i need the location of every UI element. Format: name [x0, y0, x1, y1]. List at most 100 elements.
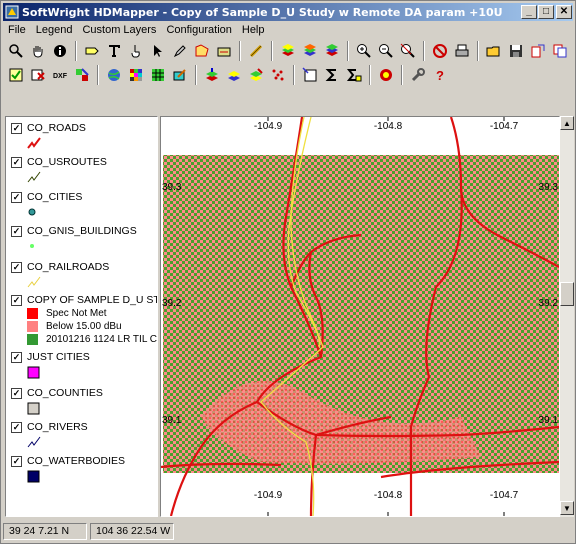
- toolbar-separator: [293, 65, 295, 85]
- grid-button[interactable]: [147, 65, 168, 86]
- layers-2-button[interactable]: [299, 41, 320, 62]
- scroll-thumb[interactable]: [560, 282, 574, 306]
- gray-square-symbol: [27, 402, 41, 419]
- zoom-button[interactable]: [5, 41, 26, 62]
- copy-button[interactable]: [549, 41, 570, 62]
- map-tick-label: 39.3: [162, 182, 182, 193]
- tile-button[interactable]: [71, 65, 92, 86]
- layer-down-button[interactable]: [223, 65, 244, 86]
- menu-bar: File Legend Custom Layers Configuration …: [3, 22, 573, 38]
- menu-legend[interactable]: Legend: [31, 24, 78, 36]
- legend-panel[interactable]: ✓ CO_ROADS ✓ CO_USROUTES ✓ CO_CITIES ✓ CO_GNIS_…: [5, 116, 158, 517]
- river-line-symbol: [27, 436, 41, 451]
- layer-visibility-checkbox[interactable]: ✓: [11, 295, 22, 306]
- wrench-button[interactable]: [407, 65, 428, 86]
- open-button[interactable]: [483, 41, 504, 62]
- layer-props-icon: [9, 68, 22, 82]
- map-view[interactable]: -104.9 -104.9 -104.8 -104.8 -104.7 -104.7 39.3…: [160, 116, 560, 517]
- sum-plus-button[interactable]: [343, 65, 364, 86]
- legend-layer-name: CO_WATERBODIES: [27, 455, 126, 467]
- map-star-button[interactable]: [375, 65, 396, 86]
- zoom-out-button[interactable]: [375, 41, 396, 62]
- map-tick-label: 39.2: [539, 298, 559, 309]
- edit-map-button[interactable]: [169, 65, 190, 86]
- sum-plus-icon: [346, 69, 361, 82]
- window-title: SoftWright HDMapper - Copy of Sample D_U…: [22, 5, 502, 19]
- layer-visibility-checkbox[interactable]: ✓: [11, 388, 22, 399]
- layer-up-icon: [205, 68, 218, 81]
- layer-visibility-checkbox[interactable]: ✓: [11, 192, 22, 203]
- minimize-button[interactable]: _: [521, 5, 537, 19]
- help-button[interactable]: ?: [429, 65, 450, 86]
- status-bar: 39 24 7.21 N 104 36 22.54 W: [3, 521, 573, 541]
- arrow-select-button[interactable]: [147, 41, 168, 62]
- maximize-button[interactable]: □: [538, 5, 554, 19]
- layers-1-button[interactable]: [277, 41, 298, 62]
- app-logo-icon: [5, 5, 19, 19]
- frame-button[interactable]: [299, 65, 320, 86]
- layer-up-button[interactable]: [201, 65, 222, 86]
- layers-3-button[interactable]: [321, 41, 342, 62]
- pencil-select-button[interactable]: [169, 41, 190, 62]
- wrench-icon: [411, 68, 425, 82]
- vertical-scrollbar[interactable]: ▲ ▼: [560, 116, 574, 517]
- study-key-swatch: [27, 308, 38, 319]
- dxf-button[interactable]: DXF: [49, 65, 70, 86]
- layer-edit-button[interactable]: [245, 65, 266, 86]
- layer-visibility-checkbox[interactable]: ✓: [11, 226, 22, 237]
- toolbar-separator: [239, 41, 241, 61]
- ruler-button[interactable]: [245, 41, 266, 62]
- layer-props-button[interactable]: [5, 65, 26, 86]
- globe-button[interactable]: [103, 65, 124, 86]
- toolbar-row-2: DXF?: [5, 63, 451, 87]
- save-button[interactable]: [505, 41, 526, 62]
- zoom-in-button[interactable]: [353, 41, 374, 62]
- layer-visibility-checkbox[interactable]: ✓: [11, 262, 22, 273]
- close-button[interactable]: ✕: [556, 5, 572, 19]
- legend-layer-name: COPY OF SAMPLE D_U STUD: [27, 294, 157, 306]
- label-button[interactable]: [81, 41, 102, 62]
- scroll-down-button[interactable]: ▼: [560, 501, 574, 515]
- road-line-symbol: [27, 137, 41, 152]
- svg-text:?: ?: [436, 68, 444, 83]
- zoom-extent-icon: [400, 43, 415, 58]
- legend-layer-name: CO_COUNTIES: [27, 387, 103, 399]
- layer-visibility-checkbox[interactable]: ✓: [11, 157, 22, 168]
- folder-link-button[interactable]: [213, 41, 234, 62]
- pencil-select-icon: [173, 45, 186, 58]
- title-bar[interactable]: SoftWright HDMapper - Copy of Sample D_U…: [3, 3, 573, 21]
- layer-visibility-checkbox[interactable]: ✓: [11, 352, 22, 363]
- layer-edit-icon: [249, 68, 263, 81]
- print-button[interactable]: [451, 41, 472, 62]
- study-key-label: 20101216 1124 LR TIL Cz: [46, 334, 158, 345]
- layer-visibility-checkbox[interactable]: ✓: [11, 456, 22, 467]
- points-button[interactable]: [267, 65, 288, 86]
- hand-pan-button[interactable]: [27, 41, 48, 62]
- menu-file[interactable]: File: [3, 24, 31, 36]
- sum-button[interactable]: [321, 65, 342, 86]
- menu-custom-layers[interactable]: Custom Layers: [77, 24, 161, 36]
- points-icon: [272, 69, 283, 81]
- zoom-extent-button[interactable]: [397, 41, 418, 62]
- toolbar-row-1: [5, 39, 571, 63]
- layer-visibility-checkbox[interactable]: ✓: [11, 123, 22, 134]
- info-button[interactable]: [49, 41, 70, 62]
- hand-point-button[interactable]: [125, 41, 146, 62]
- delete-layer-button[interactable]: [27, 65, 48, 86]
- zoom-icon: [8, 44, 23, 58]
- ruler-icon: [249, 44, 262, 58]
- map-canvas[interactable]: -104.9 -104.9 -104.8 -104.8 -104.7 -104.7 39.3…: [161, 117, 559, 516]
- toolbar-separator: [97, 65, 99, 85]
- menu-configuration[interactable]: Configuration: [161, 24, 236, 36]
- menu-help[interactable]: Help: [237, 24, 270, 36]
- scroll-up-button[interactable]: ▲: [560, 116, 574, 130]
- map-tick-label: -104.8: [374, 490, 403, 501]
- color-grid-button[interactable]: [125, 65, 146, 86]
- layer-visibility-checkbox[interactable]: ✓: [11, 422, 22, 433]
- text-button[interactable]: [103, 41, 124, 62]
- area-button[interactable]: [191, 41, 212, 62]
- no-draw-button[interactable]: [429, 41, 450, 62]
- export-button[interactable]: [527, 41, 548, 62]
- legend-layer-name: CO_CITIES: [27, 191, 83, 203]
- map-tick-label: 39.3: [539, 182, 559, 193]
